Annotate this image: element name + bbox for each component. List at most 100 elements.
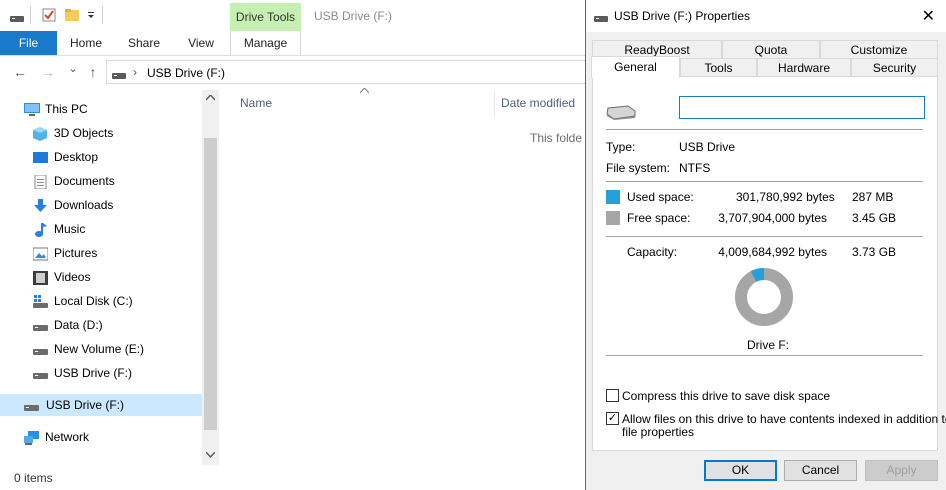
sidebar-item-local-disk-c[interactable]: Local Disk (C:) (33, 290, 193, 312)
drive-name-input[interactable] (679, 96, 925, 119)
3d-objects-icon (33, 126, 48, 141)
dialog-title: USB Drive (F:) Properties (614, 9, 751, 23)
breadcrumb-separator-icon[interactable]: › (133, 65, 137, 79)
scroll-down-icon[interactable] (206, 452, 215, 458)
used-space-swatch (606, 190, 620, 204)
back-arrow-icon[interactable]: ← (13, 64, 27, 80)
drive-letter-label: Drive F: (747, 338, 789, 352)
sidebar-item-videos[interactable]: Videos (33, 266, 193, 288)
compress-drive-label: Compress this drive to save disk space (622, 389, 831, 403)
file-system-label: File system: (606, 161, 671, 175)
music-icon (33, 222, 48, 237)
sidebar-item-label: Downloads (54, 198, 114, 212)
sidebar-item-this-pc[interactable]: This PC (24, 98, 194, 120)
drive-tools-contextual-header: Drive Tools (230, 3, 301, 31)
sidebar-item-label: Music (54, 222, 86, 236)
index-contents-checkbox[interactable]: ✓ (606, 412, 619, 425)
tab-manage[interactable]: Manage (230, 31, 301, 55)
drive-properties-dialog: USB Drive (F:) Properties ✕ ReadyBoost Q… (585, 0, 946, 490)
sidebar-item-label: USB Drive (F:) (46, 398, 124, 412)
navigation-pane: This PC 3D Objects Desktop Documents Dow… (0, 92, 202, 462)
window-title: USB Drive (F:) (314, 9, 392, 23)
tab-general[interactable]: General (591, 56, 680, 78)
sidebar-item-label: Network (45, 430, 90, 444)
usb-drive-icon (606, 104, 636, 123)
pc-icon (24, 102, 40, 116)
usb-drive-icon (24, 398, 39, 412)
column-header-date-modified[interactable]: Date modified (501, 96, 575, 110)
free-space-swatch (606, 211, 620, 225)
disk-usage-donut (735, 268, 793, 326)
separator (606, 181, 923, 182)
sidebar-item-3d-objects[interactable]: 3D Objects (33, 122, 193, 144)
used-space-short: 287 MB (852, 190, 894, 204)
ok-button[interactable]: OK (704, 460, 777, 481)
downloads-icon (33, 198, 48, 212)
up-arrow-icon[interactable]: ↑ (86, 64, 100, 80)
sidebar-item-downloads[interactable]: Downloads (33, 194, 193, 216)
tab-file[interactable]: File (0, 31, 57, 55)
close-icon[interactable]: ✕ (922, 6, 935, 26)
sidebar-item-usb-drive-f[interactable]: USB Drive (F:) (33, 362, 193, 384)
tab-view[interactable]: View (177, 31, 225, 55)
separator (606, 236, 923, 237)
separator (606, 355, 923, 356)
sidebar-item-desktop[interactable]: Desktop (33, 146, 193, 168)
capacity-bytes: 4,009,684,992 bytes (718, 245, 827, 259)
column-header-name[interactable]: Name (240, 96, 272, 110)
network-icon (24, 430, 39, 445)
desktop-icon (33, 150, 48, 164)
file-explorer-window: Drive Tools USB Drive (F:) File Home Sha… (0, 0, 606, 490)
scrollbar-thumb[interactable] (204, 138, 217, 430)
apply-button[interactable]: Apply (865, 460, 938, 481)
usb-drive-icon (594, 12, 608, 26)
cancel-button[interactable]: Cancel (784, 460, 857, 481)
capacity-label: Capacity: (627, 245, 678, 259)
customize-qat-icon[interactable] (86, 8, 100, 22)
tab-share[interactable]: Share (120, 31, 168, 55)
sidebar-item-documents[interactable]: Documents (33, 170, 193, 192)
drive-icon (33, 318, 48, 332)
navigation-pane-scrollbar[interactable] (202, 90, 219, 465)
new-folder-icon[interactable] (65, 8, 79, 22)
recent-locations-icon[interactable]: ⌄ (66, 62, 80, 75)
sidebar-item-music[interactable]: Music (33, 218, 193, 240)
sidebar-item-data-d[interactable]: Data (D:) (33, 314, 193, 336)
used-space-bytes: 301,780,992 bytes (736, 190, 835, 204)
sidebar-item-network[interactable]: Network (24, 426, 194, 448)
sidebar-item-label: Videos (54, 270, 91, 284)
used-space-label: Used space: (627, 190, 694, 204)
properties-icon[interactable] (42, 8, 56, 22)
sidebar-item-pictures[interactable]: Pictures (32, 242, 193, 264)
forward-arrow-icon[interactable]: → (41, 64, 55, 80)
sidebar-item-usb-drive-f-root[interactable]: USB Drive (F:) (0, 394, 202, 416)
usb-drive-icon (33, 366, 48, 380)
sidebar-item-label: Documents (54, 174, 115, 188)
tab-tools[interactable]: Tools (680, 58, 757, 76)
separator (606, 129, 923, 130)
videos-icon (33, 270, 48, 285)
sidebar-item-new-volume-e[interactable]: New Volume (E:) (33, 338, 193, 360)
file-system-value: NTFS (679, 161, 711, 175)
donut-free-ring (735, 268, 793, 326)
compress-drive-checkbox[interactable] (606, 389, 619, 402)
tab-customize[interactable]: Customize (820, 40, 938, 58)
tab-quota[interactable]: Quota (722, 40, 820, 58)
drive-icon (10, 12, 24, 26)
scroll-up-icon[interactable] (206, 95, 215, 101)
tab-security[interactable]: Security (851, 58, 938, 76)
address-bar[interactable]: › USB Drive (F:) (106, 60, 606, 84)
tab-hardware[interactable]: Hardware (757, 58, 851, 76)
dialog-title-bar: USB Drive (F:) Properties ✕ (586, 0, 946, 32)
sidebar-item-label: Desktop (54, 150, 99, 164)
type-label: Type: (606, 140, 636, 154)
sidebar-item-label: 3D Objects (54, 126, 114, 140)
tab-home[interactable]: Home (62, 31, 110, 55)
sidebar-item-label: Data (D:) (54, 318, 103, 332)
empty-folder-message: This folde (530, 131, 583, 145)
breadcrumb[interactable]: USB Drive (F:) (147, 66, 225, 80)
sidebar-item-label: New Volume (E:) (54, 342, 145, 356)
type-value: USB Drive (679, 140, 736, 154)
capacity-short: 3.73 GB (852, 245, 897, 259)
column-separator[interactable] (494, 92, 495, 116)
